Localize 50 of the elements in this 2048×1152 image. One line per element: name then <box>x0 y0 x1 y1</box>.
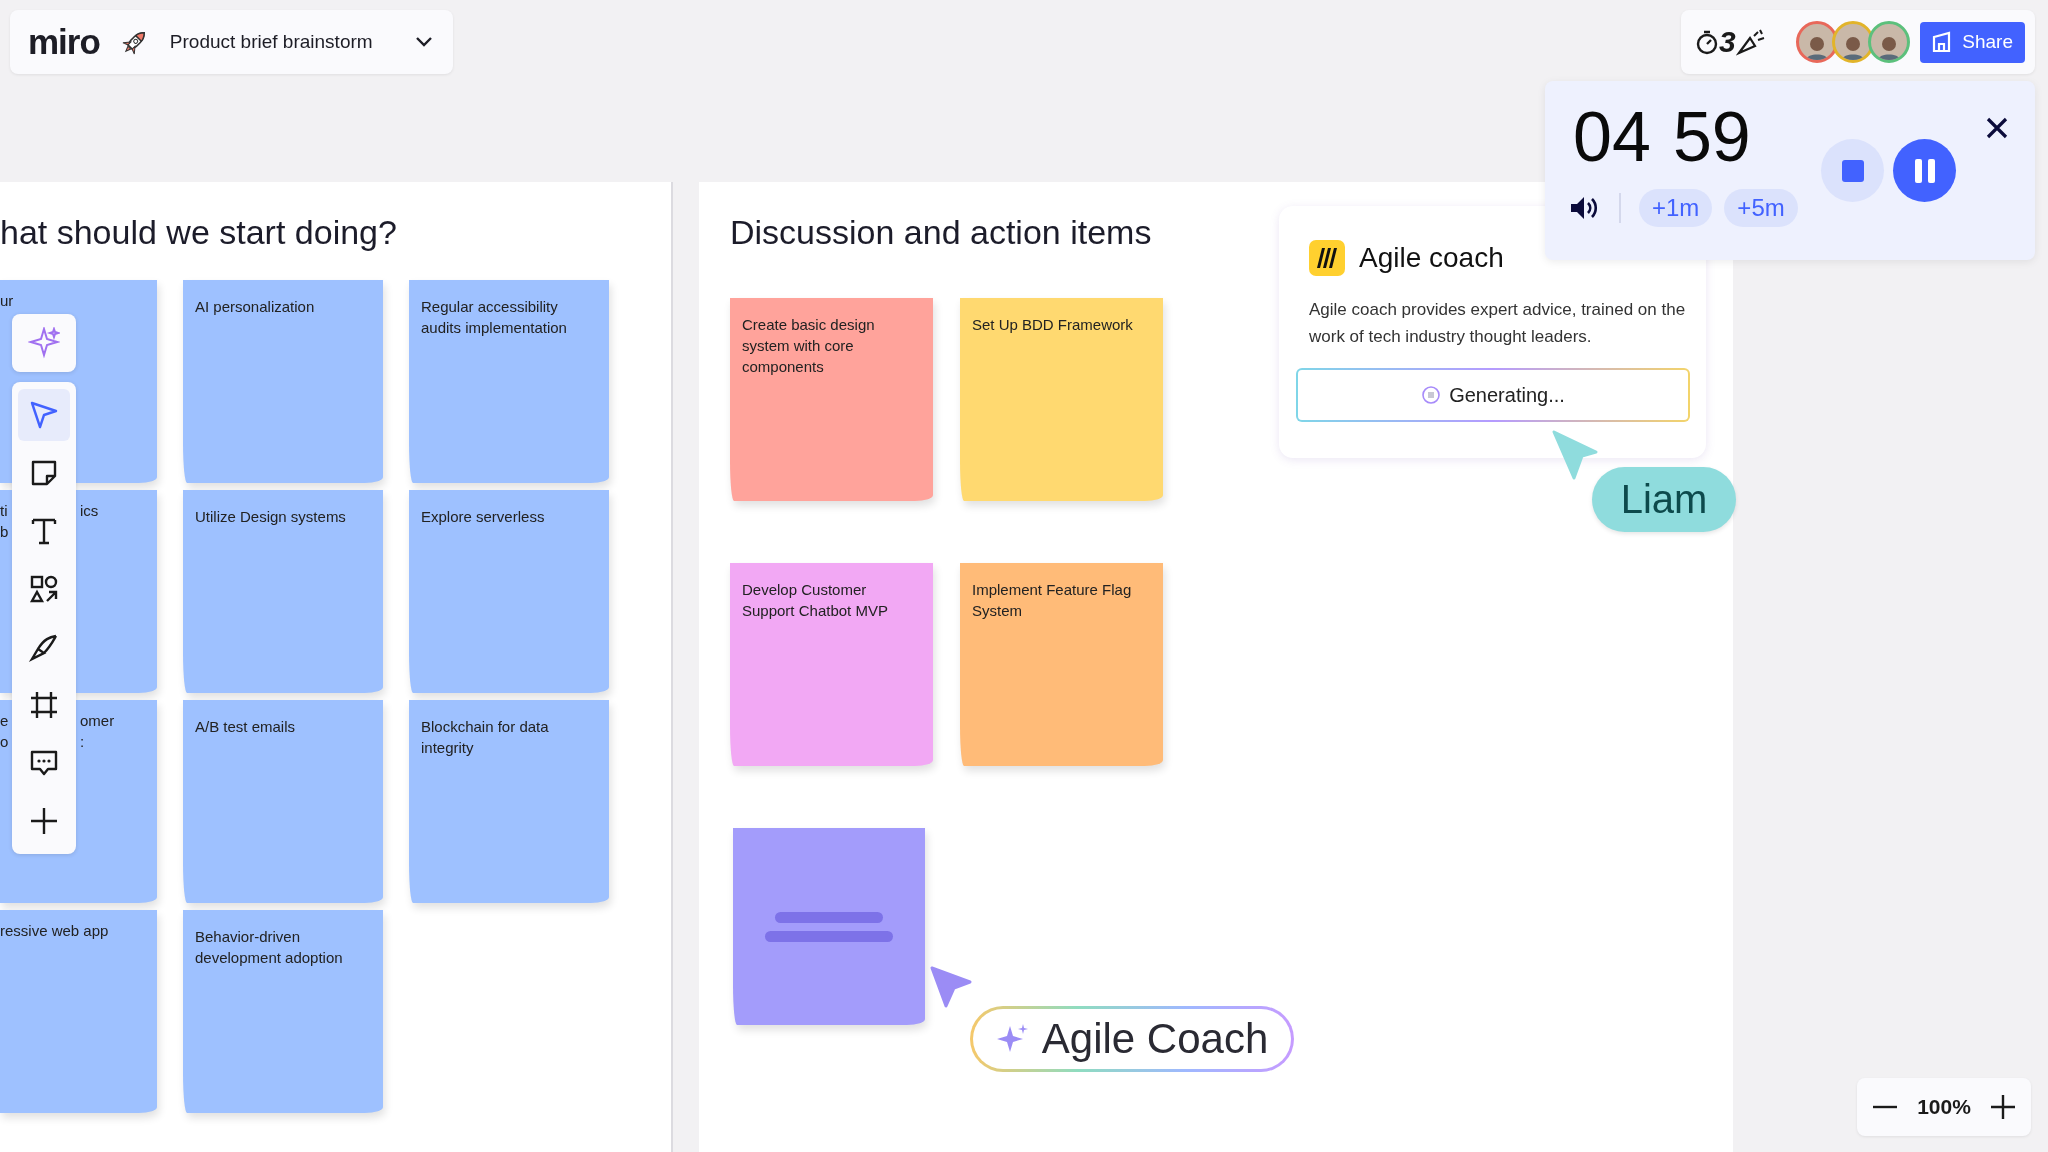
generating-button[interactable]: Generating... <box>1296 368 1690 422</box>
card-title: Agile coach <box>1359 242 1504 274</box>
note-text: Blockchain for data integrity <box>421 717 550 758</box>
frame-title: Discussion and action items <box>730 212 1153 253</box>
note-text: Create basic design system with core components <box>742 315 876 377</box>
frame-icon <box>28 689 60 721</box>
stop-icon <box>1840 158 1865 183</box>
note-text: AI personalization <box>195 297 316 317</box>
share-button[interactable]: Share <box>1920 21 2025 63</box>
note-text: omer <box>80 711 115 731</box>
note-text: : <box>80 732 86 752</box>
frame-title: hat should we start doing? <box>0 212 398 253</box>
note-text: Behavior-driven development adoption <box>195 927 344 968</box>
note-text: Implement Feature Flag System <box>972 580 1133 621</box>
shapes-icon <box>28 573 60 605</box>
note-text: Regular accessibility audits implementation <box>421 297 568 338</box>
cursor-name-tag: Liam <box>1592 467 1736 532</box>
note-text: ressive web app <box>0 921 109 941</box>
note-text: b <box>0 522 10 542</box>
spinner-icon <box>1421 385 1442 405</box>
logo[interactable]: miro <box>28 22 100 62</box>
note-text: Utilize Design systems <box>195 507 347 527</box>
note-text: ur <box>0 291 14 311</box>
note-text: e <box>0 711 10 731</box>
note-text: ics <box>80 501 99 521</box>
timer-minutes: 04 <box>1573 99 1651 175</box>
note-text: o <box>0 732 10 752</box>
user-avatar[interactable] <box>1867 21 1910 63</box>
app-logo-icon <box>1309 240 1345 276</box>
timer-seconds: 59 <box>1672 99 1751 175</box>
close-icon[interactable] <box>1986 117 2008 139</box>
note-text: ti <box>0 501 9 521</box>
note-text: Set Up BDD Framework <box>972 315 1134 335</box>
stopwatch-icon[interactable] <box>1695 28 1719 56</box>
reaction-count: 3 <box>1719 27 1736 57</box>
add-time-button[interactable]: +5m <box>1724 189 1798 227</box>
add-time-button[interactable]: +1m <box>1639 189 1713 227</box>
ai-cursor-name: Agile Coach <box>1041 1014 1269 1064</box>
plus-icon[interactable] <box>1989 1093 2017 1121</box>
note-text: Develop Customer Support Chatbot MVP <box>742 580 889 621</box>
note-text: A/B test emails <box>195 717 297 737</box>
sparkle-icon <box>28 327 60 359</box>
pause-icon <box>1913 157 1936 184</box>
party-popper-icon[interactable] <box>1735 28 1766 56</box>
cursor-arrow-icon <box>28 399 60 431</box>
board-title[interactable]: Product brief brainstorm <box>169 31 393 53</box>
card-description: Agile coach provides expert advice, trained on the work of tech industry thought leaders. <box>1309 299 1687 348</box>
plus-icon <box>28 805 60 837</box>
zoom-level[interactable]: 100% <box>1917 1095 1971 1119</box>
note-text: Explore serverless <box>421 507 546 527</box>
